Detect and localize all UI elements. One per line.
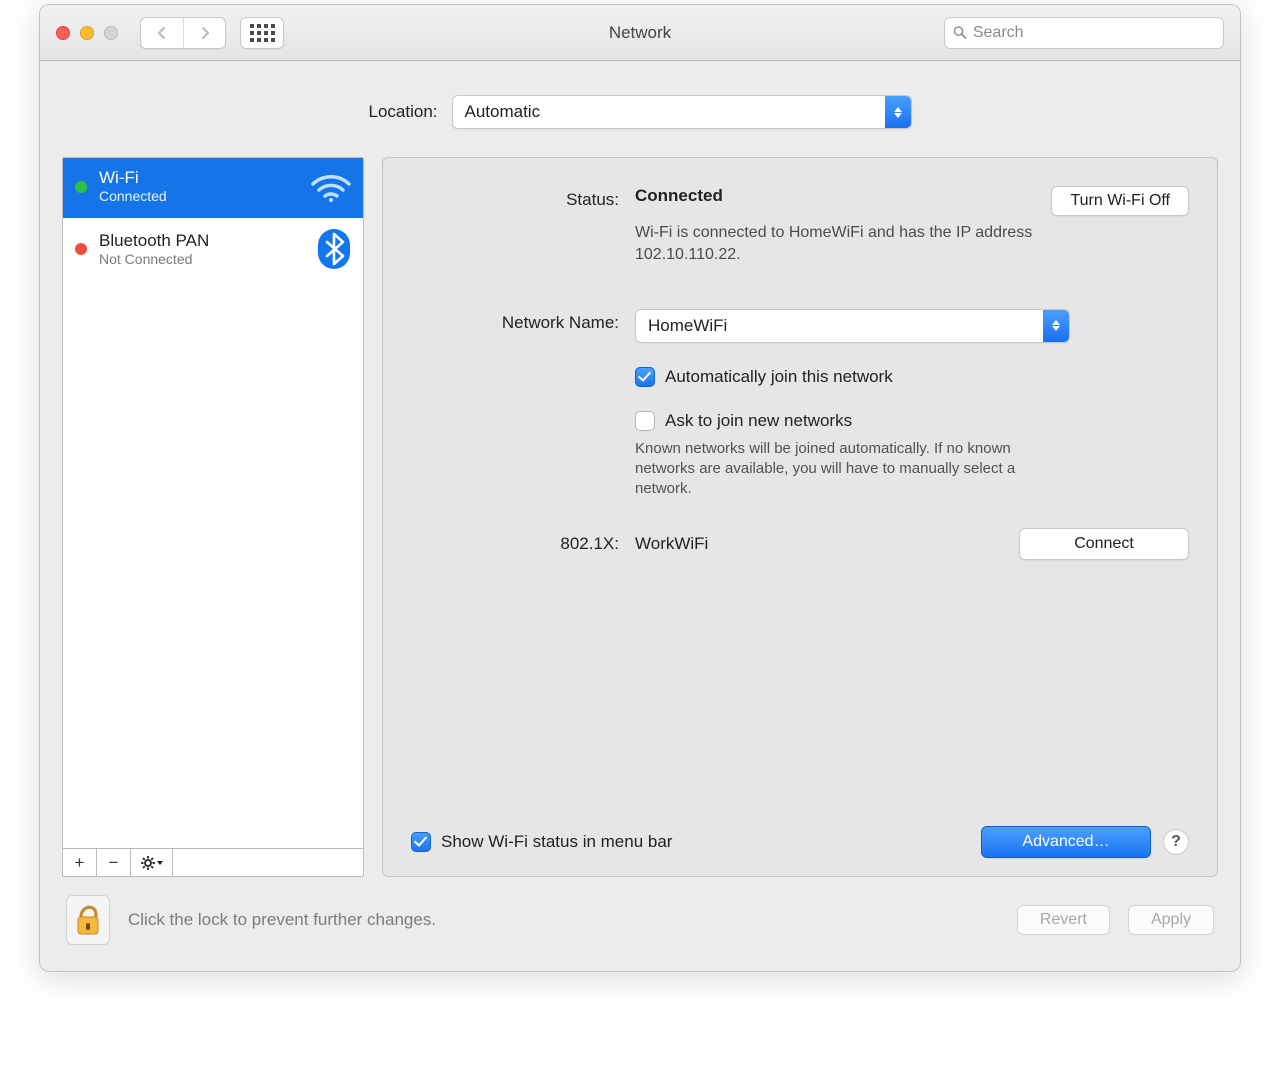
ask-join-checkbox-row[interactable]: Ask to join new networks: [635, 411, 1189, 431]
search-icon: [953, 25, 967, 40]
gear-dropdown-icon: [141, 856, 163, 870]
chevron-right-icon: [198, 26, 212, 40]
dropdown-handle-icon: [885, 96, 911, 128]
add-interface-button[interactable]: +: [63, 849, 97, 876]
bluetooth-icon: [317, 228, 351, 270]
auto-join-checkbox[interactable]: [635, 367, 655, 387]
show-status-checkbox-row[interactable]: Show Wi-Fi status in menu bar: [411, 832, 672, 852]
location-label: Location:: [369, 102, 438, 122]
sidebar-item-sub: Connected: [99, 188, 167, 205]
help-button[interactable]: ?: [1163, 829, 1189, 855]
search-field[interactable]: [944, 17, 1224, 49]
revert-button[interactable]: Revert: [1017, 905, 1110, 935]
title-bar: Network: [40, 5, 1240, 61]
close-icon[interactable]: [56, 26, 70, 40]
sidebar-footer: + −: [63, 848, 363, 876]
nav-segmented: [140, 17, 226, 49]
dropdown-handle-icon: [1043, 310, 1069, 342]
minimize-icon[interactable]: [80, 26, 94, 40]
sidebar-item-name: Bluetooth PAN: [99, 231, 209, 251]
dot1x-label: 802.1X:: [411, 534, 635, 554]
dot1x-value: WorkWiFi: [635, 534, 708, 554]
minus-icon: −: [109, 853, 119, 873]
ask-join-hint: Known networks will be joined automatica…: [635, 439, 1035, 500]
network-name-dropdown[interactable]: HomeWiFi: [635, 309, 1070, 343]
show-status-checkbox[interactable]: [411, 832, 431, 852]
plus-icon: +: [75, 853, 85, 873]
sidebar-item-sub: Not Connected: [99, 251, 209, 268]
sidebar-item-bluetooth-pan[interactable]: Bluetooth PAN Not Connected: [63, 218, 363, 283]
lock-icon: [75, 903, 101, 937]
grid-icon: [250, 24, 275, 42]
interfaces-sidebar: Wi-Fi Connected: [62, 157, 364, 877]
auto-join-label: Automatically join this network: [665, 367, 893, 387]
sidebar-item-name: Wi-Fi: [99, 168, 167, 188]
nav-forward-button[interactable]: [183, 18, 225, 48]
dot1x-connect-button[interactable]: Connect: [1019, 528, 1189, 560]
apply-button[interactable]: Apply: [1128, 905, 1214, 935]
wifi-icon: [311, 172, 351, 202]
network-name-value: HomeWiFi: [648, 316, 727, 336]
status-value: Connected: [635, 186, 723, 206]
location-value: Automatic: [465, 102, 541, 122]
search-input[interactable]: [973, 24, 1215, 42]
status-description: Wi-Fi is connected to HomeWiFi and has t…: [635, 222, 1065, 267]
status-dot-icon: [75, 243, 87, 255]
status-label: Status:: [411, 186, 635, 210]
lock-button[interactable]: [66, 895, 110, 945]
traffic-lights: [56, 26, 118, 40]
chevron-left-icon: [155, 26, 169, 40]
ask-join-checkbox[interactable]: [635, 411, 655, 431]
remove-interface-button[interactable]: −: [97, 849, 131, 876]
auto-join-checkbox-row[interactable]: Automatically join this network: [635, 367, 1189, 387]
show-status-label: Show Wi-Fi status in menu bar: [441, 832, 672, 852]
interface-detail-panel: Status: Connected Turn Wi-Fi Off Wi-Fi i…: [382, 157, 1218, 877]
nav-back-button[interactable]: [141, 18, 183, 48]
network-name-label: Network Name:: [411, 309, 635, 333]
advanced-button[interactable]: Advanced…: [981, 826, 1151, 858]
network-preferences-window: Network Location: Automatic: [39, 4, 1241, 972]
location-dropdown[interactable]: Automatic: [452, 95, 912, 129]
ask-join-label: Ask to join new networks: [665, 411, 852, 431]
zoom-icon: [104, 26, 118, 40]
interface-actions-button[interactable]: [131, 849, 173, 876]
sidebar-item-wifi[interactable]: Wi-Fi Connected: [63, 158, 363, 218]
wifi-toggle-button[interactable]: Turn Wi-Fi Off: [1051, 186, 1189, 216]
status-dot-icon: [75, 181, 87, 193]
help-icon: ?: [1171, 833, 1181, 851]
lock-hint-text: Click the lock to prevent further change…: [128, 910, 436, 930]
all-prefs-button[interactable]: [240, 17, 284, 49]
